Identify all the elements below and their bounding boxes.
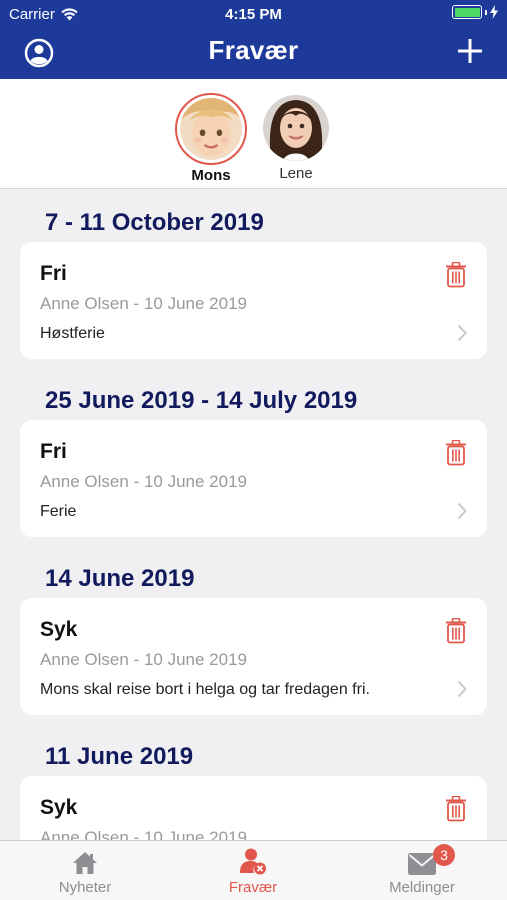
absence-card[interactable]: Syk Anne Olsen - 10 June 2019	[20, 776, 487, 840]
child-name: Mons	[191, 167, 231, 184]
child-name: Lene	[279, 165, 313, 182]
app-header: Carrier 4:15 PM Fravær	[0, 0, 507, 79]
page-title: Fravær	[208, 35, 299, 65]
trash-icon[interactable]	[445, 796, 467, 822]
chevron-right-icon	[457, 324, 467, 342]
absence-meta: Anne Olsen - 10 June 2019	[40, 472, 247, 491]
absence-icon	[240, 848, 266, 875]
absence-type: Fri	[40, 262, 67, 285]
add-icon[interactable]	[455, 36, 485, 66]
tab-fravaer[interactable]: Fravær	[193, 847, 313, 896]
absence-type: Fri	[40, 440, 67, 463]
mail-icon	[408, 853, 436, 875]
absence-card[interactable]: Fri Anne Olsen - 10 June 2019 Høstferie	[20, 242, 487, 359]
tab-nyheter[interactable]: Nyheter	[25, 847, 145, 896]
absence-period: 11 June 2019	[45, 743, 194, 770]
unread-badge: 3	[433, 844, 455, 866]
child-mons-avatar	[180, 98, 242, 160]
tab-label: Nyheter	[58, 879, 112, 896]
absence-card[interactable]: Fri Anne Olsen - 10 June 2019 Ferie	[20, 420, 487, 537]
tab-bar: Nyheter Fravær 3 Meldinger	[0, 840, 507, 900]
status-time: 4:15 PM	[225, 6, 282, 23]
trash-icon[interactable]	[445, 262, 467, 288]
tab-label: Meldinger	[389, 879, 455, 896]
battery-icon	[452, 5, 482, 19]
child-mons[interactable]: Mons	[171, 93, 251, 184]
child-lene[interactable]: Lene	[256, 93, 336, 182]
chevron-right-icon	[457, 502, 467, 520]
status-right	[452, 5, 498, 19]
absence-meta: Anne Olsen - 10 June 2019	[40, 294, 247, 313]
charging-icon	[490, 5, 498, 19]
absence-period: 25 June 2019 - 14 July 2019	[45, 387, 358, 414]
absence-meta: Anne Olsen - 10 June 2019	[40, 650, 247, 669]
absence-period: 7 - 11 October 2019	[45, 209, 264, 236]
child-lene-avatar	[263, 95, 329, 161]
absence-card[interactable]: Syk Anne Olsen - 10 June 2019 Mons skal …	[20, 598, 487, 715]
absence-meta: Anne Olsen - 10 June 2019	[40, 828, 247, 840]
absence-description: Høstferie	[40, 325, 105, 342]
home-icon	[73, 852, 97, 874]
absence-description: Mons skal reise bort i helga og tar fred…	[40, 681, 370, 698]
battery-tip	[485, 9, 487, 15]
status-bar: Carrier 4:15 PM	[0, 0, 507, 28]
trash-icon[interactable]	[445, 440, 467, 466]
avatar	[175, 93, 247, 165]
chevron-right-icon	[457, 680, 467, 698]
absence-period: 14 June 2019	[45, 565, 195, 592]
absence-type: Syk	[40, 796, 78, 819]
trash-icon[interactable]	[445, 618, 467, 644]
nav-bar: Fravær	[0, 28, 507, 79]
avatar	[263, 95, 329, 161]
absence-list: 7 - 11 October 2019 Fri Anne Olsen - 10 …	[0, 190, 507, 840]
child-selector: Mons Lene	[0, 79, 507, 189]
tab-label: Fravær	[228, 879, 278, 896]
absence-type: Syk	[40, 618, 78, 641]
absence-description: Ferie	[40, 503, 77, 520]
tab-meldinger[interactable]: 3 Meldinger	[362, 844, 482, 896]
